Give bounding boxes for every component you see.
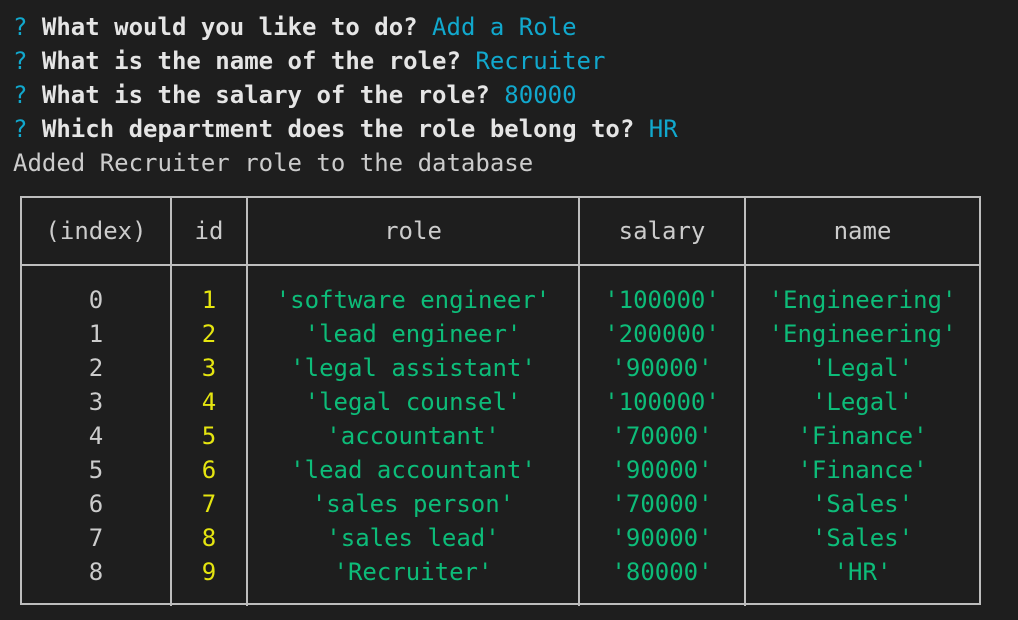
cell-name: 'Sales' (744, 521, 979, 555)
table-row: 8 9 'Recruiter' '80000' 'HR' (22, 555, 979, 606)
cell-role: 'lead engineer' (246, 317, 579, 351)
header-name: name (744, 198, 979, 266)
table-row: 5 6 'lead accountant' '90000' 'Finance' (22, 453, 979, 487)
cell-name: 'Legal' (744, 351, 979, 385)
cell-salary: '100000' (578, 385, 745, 419)
header-salary: salary (578, 198, 745, 266)
prompt-line-department: ? Which department does the role belong … (13, 112, 678, 146)
table-row: 1 2 'lead engineer' '200000' 'Engineerin… (22, 317, 979, 351)
cell-role: 'lead accountant' (246, 453, 579, 487)
cell-index: 8 (88, 558, 104, 586)
cell-salary: '90000' (578, 453, 745, 487)
roles-table: (index) id role salary name 0 1 'softwar… (20, 196, 981, 606)
table-row: 2 3 'legal assistant' '90000' 'Legal' (22, 351, 979, 385)
cell-index: 1 (88, 320, 104, 348)
cell-salary: '90000' (578, 521, 745, 555)
table-row: 7 8 'sales lead' '90000' 'Sales' (22, 521, 979, 555)
prompt-question: What would you like to do? (41, 13, 418, 41)
cell-salary: '70000' (578, 487, 745, 521)
cell-salary: '200000' (578, 317, 745, 351)
cell-index: 0 (88, 286, 104, 314)
cell-id: 8 (170, 521, 247, 555)
prompt-question: Which department does the role belong to… (41, 115, 635, 143)
question-mark-icon: ? (13, 115, 28, 143)
cell-role: 'software engineer' (246, 265, 579, 317)
cell-salary: '100000' (578, 265, 745, 317)
cell-id: 3 (170, 351, 247, 385)
cell-id: 2 (170, 317, 247, 351)
cell-role: 'legal counsel' (246, 385, 579, 419)
table-row: 0 1 'software engineer' '100000' 'Engine… (22, 265, 979, 317)
output-message: Added Recruiter role to the database (13, 149, 534, 177)
cell-role: 'legal assistant' (246, 351, 579, 385)
cell-index: 2 (88, 354, 104, 382)
console-table: (index) id role salary name 0 1 'softwar… (22, 198, 979, 606)
table-row: 3 4 'legal counsel' '100000' 'Legal' (22, 385, 979, 419)
cell-name: 'Finance' (744, 419, 979, 453)
table-row: 6 7 'sales person' '70000' 'Sales' (22, 487, 979, 521)
cell-index: 7 (88, 524, 104, 552)
terminal-window: ? What would you like to do? Add a Role … (0, 0, 1018, 620)
cell-salary: '80000' (578, 555, 745, 606)
cell-id: 5 (170, 419, 247, 453)
cell-salary: '70000' (578, 419, 745, 453)
table-header-row: (index) id role salary name (22, 198, 979, 266)
cell-id: 7 (170, 487, 247, 521)
prompt-answer: Recruiter (475, 47, 606, 75)
cell-index: 3 (88, 388, 104, 416)
cell-name: 'Legal' (744, 385, 979, 419)
cell-name: 'Engineering' (744, 317, 979, 351)
prompt-answer: Add a Role (432, 13, 577, 41)
cell-name: 'Finance' (744, 453, 979, 487)
header-role: role (246, 198, 579, 266)
prompt-question: What is the salary of the role? (41, 81, 490, 109)
cell-index: 6 (88, 490, 104, 518)
cell-role: 'accountant' (246, 419, 579, 453)
prompt-question: What is the name of the role? (41, 47, 461, 75)
cell-index: 4 (88, 422, 104, 450)
cell-name: 'HR' (744, 555, 979, 606)
cell-role: 'Recruiter' (246, 555, 579, 606)
cell-role: 'sales lead' (246, 521, 579, 555)
prompt-answer: 80000 (504, 81, 577, 109)
question-mark-icon: ? (13, 81, 28, 109)
prompt-line-salary: ? What is the salary of the role? 80000 (13, 78, 678, 112)
header-id: id (170, 198, 247, 266)
cell-id: 9 (170, 555, 247, 606)
cell-name: 'Sales' (744, 487, 979, 521)
cell-name: 'Engineering' (744, 265, 979, 317)
table-row: 4 5 'accountant' '70000' 'Finance' (22, 419, 979, 453)
prompt-line-action: ? What would you like to do? Add a Role (13, 10, 678, 44)
cell-salary: '90000' (578, 351, 745, 385)
question-mark-icon: ? (13, 47, 28, 75)
cell-index: 5 (88, 456, 104, 484)
prompt-answer: HR (648, 115, 678, 143)
table-body: 0 1 'software engineer' '100000' 'Engine… (22, 265, 979, 606)
cell-id: 6 (170, 453, 247, 487)
prompt-line-role-name: ? What is the name of the role? Recruite… (13, 44, 678, 78)
question-mark-icon: ? (13, 13, 28, 41)
cell-role: 'sales person' (246, 487, 579, 521)
cell-id: 4 (170, 385, 247, 419)
cell-id: 1 (170, 265, 247, 317)
prompt-lines: ? What would you like to do? Add a Role … (13, 10, 678, 180)
header-index: (index) (22, 198, 171, 266)
